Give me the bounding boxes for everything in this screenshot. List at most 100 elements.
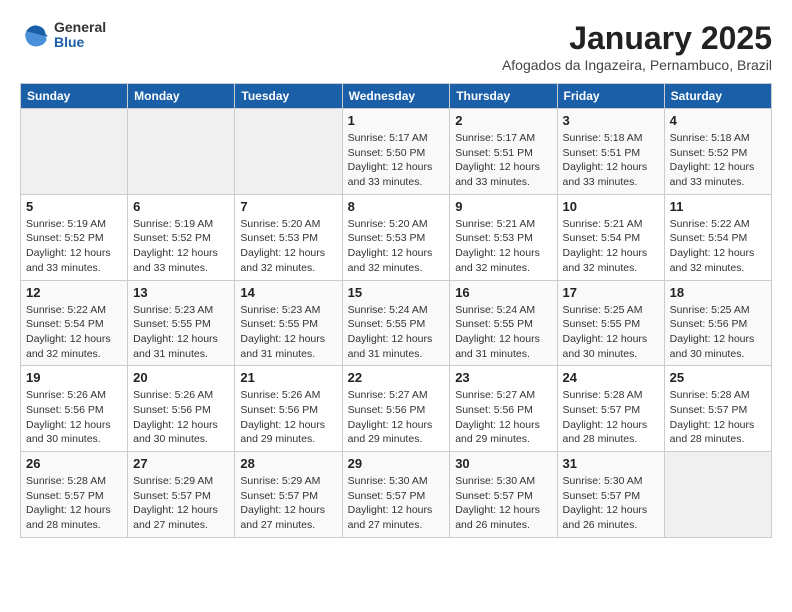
calendar-cell: 22 Sunrise: 5:27 AMSunset: 5:56 PMDayligh… (342, 366, 450, 452)
logo-blue: Blue (54, 35, 106, 50)
calendar-cell: 7 Sunrise: 5:20 AMSunset: 5:53 PMDaylight… (235, 194, 342, 280)
calendar-cell: 16 Sunrise: 5:24 AMSunset: 5:55 PMDayligh… (450, 280, 557, 366)
day-detail: Sunrise: 5:18 AMSunset: 5:52 PMDaylight:… (670, 131, 766, 190)
day-number: 6 (133, 199, 229, 214)
day-number: 9 (455, 199, 551, 214)
day-number: 14 (240, 285, 336, 300)
calendar-cell (21, 109, 128, 195)
day-number: 28 (240, 456, 336, 471)
day-number: 3 (563, 113, 659, 128)
calendar-cell: 21 Sunrise: 5:26 AMSunset: 5:56 PMDayligh… (235, 366, 342, 452)
calendar-cell: 13Sunrise: 5:23 AMSunset: 5:55 PMDayligh… (128, 280, 235, 366)
day-detail: Sunrise: 5:30 AMSunset: 5:57 PMDaylight:… (348, 474, 445, 533)
day-number: 2 (455, 113, 551, 128)
day-detail: Sunrise: 5:30 AMSunset: 5:57 PMDaylight:… (563, 474, 659, 533)
day-detail: Sunrise: 5:21 AMSunset: 5:54 PMDaylight:… (563, 217, 659, 276)
page-header: General Blue January 2025 Afogados da In… (20, 20, 772, 73)
day-number: 30 (455, 456, 551, 471)
calendar-cell: 6 Sunrise: 5:19 AMSunset: 5:52 PMDaylight… (128, 194, 235, 280)
calendar-cell (664, 452, 771, 538)
calendar-cell (235, 109, 342, 195)
calendar-cell: 26 Sunrise: 5:28 AMSunset: 5:57 PMDayligh… (21, 452, 128, 538)
day-number: 21 (240, 370, 336, 385)
day-number: 1 (348, 113, 445, 128)
day-number: 19 (26, 370, 122, 385)
day-detail: Sunrise: 5:29 AMSunset: 5:57 PMDaylight:… (133, 474, 229, 533)
calendar-cell: 2Sunrise: 5:17 AMSunset: 5:51 PMDaylight… (450, 109, 557, 195)
logo-general: General (54, 20, 106, 35)
day-detail: Sunrise: 5:25 AMSunset: 5:56 PMDaylight:… (670, 303, 766, 362)
day-number: 7 (240, 199, 336, 214)
logo: General Blue (20, 20, 106, 51)
day-number: 8 (348, 199, 445, 214)
day-number: 27 (133, 456, 229, 471)
day-detail: Sunrise: 5:21 AMSunset: 5:53 PMDaylight:… (455, 217, 551, 276)
day-number: 22 (348, 370, 445, 385)
day-detail: Sunrise: 5:28 AMSunset: 5:57 PMDaylight:… (26, 474, 122, 533)
day-number: 23 (455, 370, 551, 385)
day-detail: Sunrise: 5:24 AMSunset: 5:55 PMDaylight:… (455, 303, 551, 362)
calendar-cell: 14 Sunrise: 5:23 AMSunset: 5:55 PMDayligh… (235, 280, 342, 366)
day-detail: Sunrise: 5:22 AMSunset: 5:54 PMDaylight:… (26, 303, 122, 362)
calendar-cell: 5Sunrise: 5:19 AMSunset: 5:52 PMDaylight… (21, 194, 128, 280)
calendar-cell: 18 Sunrise: 5:25 AMSunset: 5:56 PMDayligh… (664, 280, 771, 366)
day-detail: Sunrise: 5:27 AMSunset: 5:56 PMDaylight:… (348, 388, 445, 447)
calendar-week-row: 5Sunrise: 5:19 AMSunset: 5:52 PMDaylight… (21, 194, 772, 280)
day-number: 13 (133, 285, 229, 300)
day-detail: Sunrise: 5:30 AMSunset: 5:57 PMDaylight:… (455, 474, 551, 533)
day-detail: Sunrise: 5:23 AMSunset: 5:55 PMDaylight:… (240, 303, 336, 362)
day-detail: Sunrise: 5:27 AMSunset: 5:56 PMDaylight:… (455, 388, 551, 447)
day-number: 20 (133, 370, 229, 385)
day-detail: Sunrise: 5:20 AMSunset: 5:53 PMDaylight:… (348, 217, 445, 276)
calendar-week-row: 1 Sunrise: 5:17 AMSunset: 5:50 PMDaylight… (21, 109, 772, 195)
calendar-cell: 12 Sunrise: 5:22 AMSunset: 5:54 PMDayligh… (21, 280, 128, 366)
header-monday: Monday (128, 84, 235, 109)
day-number: 31 (563, 456, 659, 471)
day-detail: Sunrise: 5:18 AMSunset: 5:51 PMDaylight:… (563, 131, 659, 190)
title-block: January 2025 Afogados da Ingazeira, Pern… (502, 20, 772, 73)
calendar-cell: 3 Sunrise: 5:18 AMSunset: 5:51 PMDaylight… (557, 109, 664, 195)
day-number: 29 (348, 456, 445, 471)
day-number: 15 (348, 285, 445, 300)
day-detail: Sunrise: 5:29 AMSunset: 5:57 PMDaylight:… (240, 474, 336, 533)
month-title: January 2025 (502, 20, 772, 57)
day-number: 4 (670, 113, 766, 128)
calendar-week-row: 26 Sunrise: 5:28 AMSunset: 5:57 PMDayligh… (21, 452, 772, 538)
day-number: 18 (670, 285, 766, 300)
day-number: 25 (670, 370, 766, 385)
day-number: 11 (670, 199, 766, 214)
day-detail: Sunrise: 5:28 AMSunset: 5:57 PMDaylight:… (563, 388, 659, 447)
day-detail: Sunrise: 5:26 AMSunset: 5:56 PMDaylight:… (240, 388, 336, 447)
logo-icon (20, 20, 50, 50)
day-number: 10 (563, 199, 659, 214)
calendar-cell: 4 Sunrise: 5:18 AMSunset: 5:52 PMDaylight… (664, 109, 771, 195)
calendar-cell: 1 Sunrise: 5:17 AMSunset: 5:50 PMDaylight… (342, 109, 450, 195)
day-detail: Sunrise: 5:19 AMSunset: 5:52 PMDaylight:… (133, 217, 229, 276)
calendar-cell: 20 Sunrise: 5:26 AMSunset: 5:56 PMDayligh… (128, 366, 235, 452)
day-detail: Sunrise: 5:26 AMSunset: 5:56 PMDaylight:… (26, 388, 122, 447)
day-detail: Sunrise: 5:25 AMSunset: 5:55 PMDaylight:… (563, 303, 659, 362)
logo-text: General Blue (54, 20, 106, 51)
header-saturday: Saturday (664, 84, 771, 109)
calendar-cell: 10 Sunrise: 5:21 AMSunset: 5:54 PMDayligh… (557, 194, 664, 280)
calendar-cell: 25 Sunrise: 5:28 AMSunset: 5:57 PMDayligh… (664, 366, 771, 452)
calendar-cell: 31 Sunrise: 5:30 AMSunset: 5:57 PMDayligh… (557, 452, 664, 538)
calendar-cell: 30 Sunrise: 5:30 AMSunset: 5:57 PMDayligh… (450, 452, 557, 538)
day-detail: Sunrise: 5:17 AMSunset: 5:50 PMDaylight:… (348, 131, 445, 190)
calendar-cell: 9 Sunrise: 5:21 AMSunset: 5:53 PMDaylight… (450, 194, 557, 280)
header-wednesday: Wednesday (342, 84, 450, 109)
day-detail: Sunrise: 5:28 AMSunset: 5:57 PMDaylight:… (670, 388, 766, 447)
day-detail: Sunrise: 5:26 AMSunset: 5:56 PMDaylight:… (133, 388, 229, 447)
day-number: 16 (455, 285, 551, 300)
header-tuesday: Tuesday (235, 84, 342, 109)
calendar-cell: 8 Sunrise: 5:20 AMSunset: 5:53 PMDaylight… (342, 194, 450, 280)
day-detail: Sunrise: 5:24 AMSunset: 5:55 PMDaylight:… (348, 303, 445, 362)
calendar-cell: 23 Sunrise: 5:27 AMSunset: 5:56 PMDayligh… (450, 366, 557, 452)
day-detail: Sunrise: 5:19 AMSunset: 5:52 PMDaylight:… (26, 217, 122, 276)
calendar-cell: 19 Sunrise: 5:26 AMSunset: 5:56 PMDayligh… (21, 366, 128, 452)
day-detail: Sunrise: 5:20 AMSunset: 5:53 PMDaylight:… (240, 217, 336, 276)
day-number: 26 (26, 456, 122, 471)
header-thursday: Thursday (450, 84, 557, 109)
day-number: 12 (26, 285, 122, 300)
day-detail: Sunrise: 5:22 AMSunset: 5:54 PMDaylight:… (670, 217, 766, 276)
